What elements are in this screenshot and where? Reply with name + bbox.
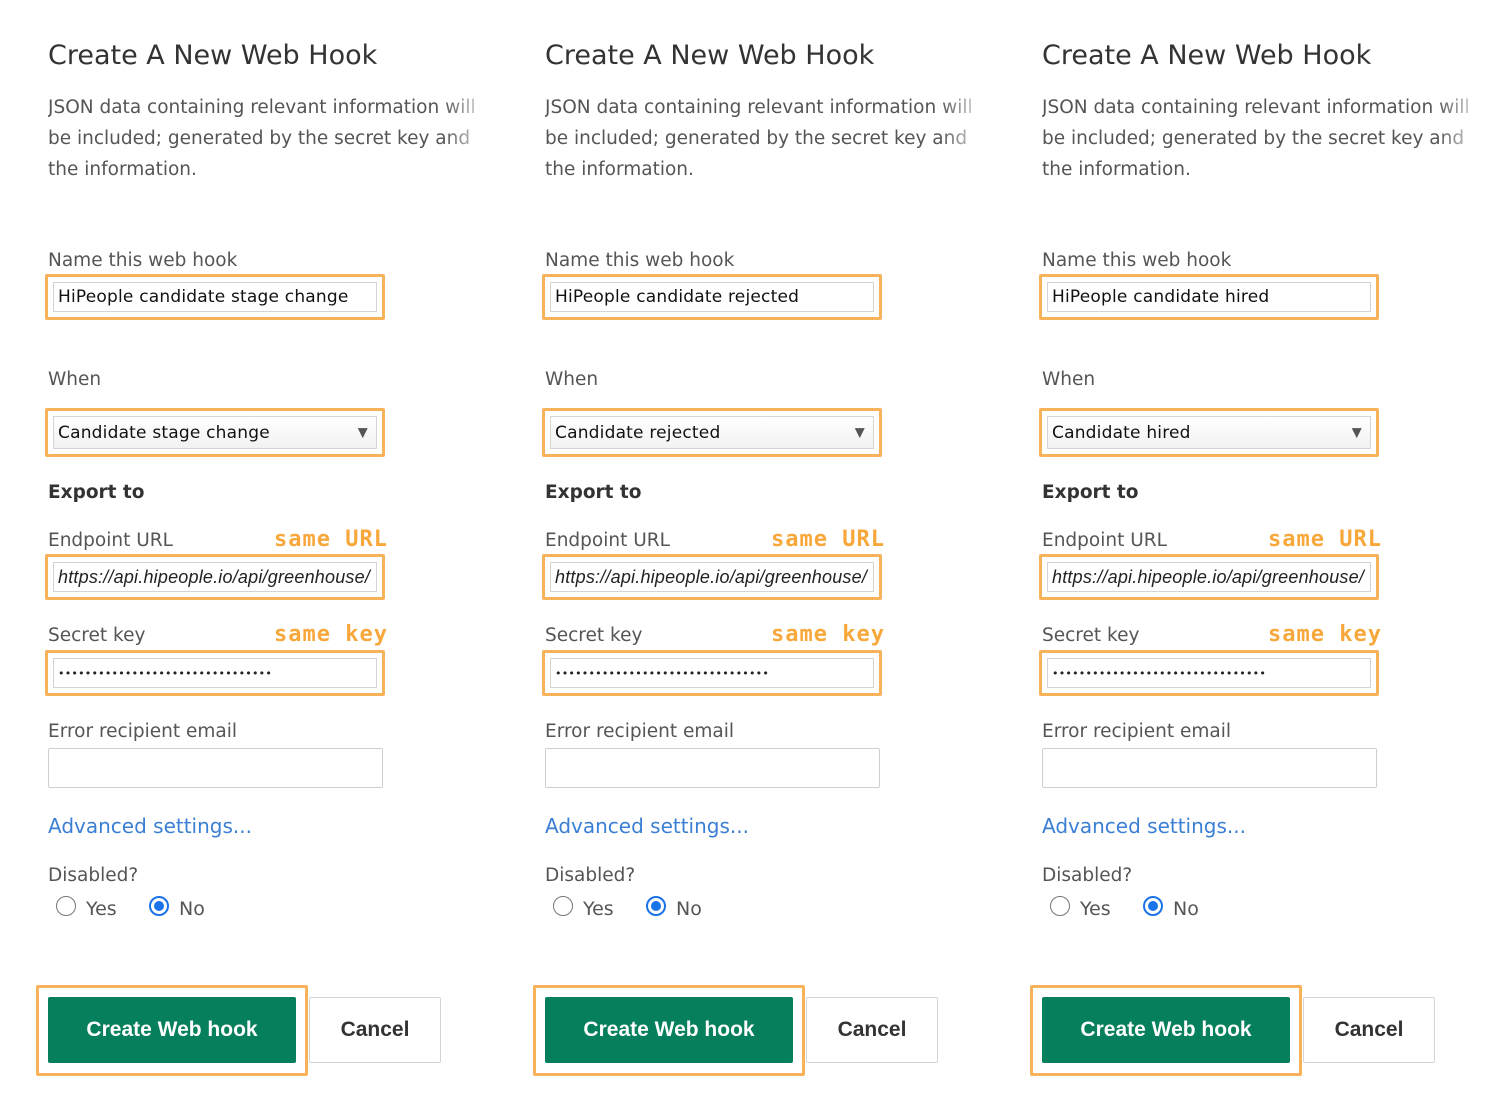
export-to-heading: Export to bbox=[545, 482, 642, 503]
endpoint-url-value: https://api.hipeople.io/api/greenhouse/ bbox=[555, 566, 868, 587]
secret-key-label: Secret key bbox=[48, 625, 146, 646]
webhook-panel-stage-change: Create A New Web Hook JSON data containi… bbox=[36, 0, 498, 1110]
same-key-annotation: same key bbox=[1268, 622, 1382, 647]
error-email-label: Error recipient email bbox=[545, 721, 735, 742]
secret-key-value: •••••••••••••••••••••••••••••••• bbox=[1052, 666, 1267, 680]
name-label: Name this web hook bbox=[1042, 250, 1232, 271]
error-email-label: Error recipient email bbox=[1042, 721, 1232, 742]
secret-field-highlight: •••••••••••••••••••••••••••••••• bbox=[1039, 650, 1379, 696]
same-url-annotation: same URL bbox=[1268, 527, 1382, 552]
secret-field-highlight: •••••••••••••••••••••••••••••••• bbox=[45, 650, 385, 696]
secret-key-value: •••••••••••••••••••••••••••••••• bbox=[58, 666, 273, 680]
when-field-highlight: Candidate rejected ▼ bbox=[542, 408, 882, 457]
chevron-down-icon: ▼ bbox=[1351, 425, 1362, 440]
when-select-value: Candidate stage change bbox=[58, 422, 270, 443]
name-field-highlight: HiPeople candidate rejected bbox=[542, 274, 882, 320]
secret-key-input[interactable]: •••••••••••••••••••••••••••••••• bbox=[1047, 658, 1371, 688]
webhook-panel-hired: Create A New Web Hook JSON data containi… bbox=[1030, 0, 1491, 1110]
page-title: Create A New Web Hook bbox=[48, 40, 378, 71]
advanced-settings-link[interactable]: Advanced settings... bbox=[48, 814, 252, 838]
when-label: When bbox=[1042, 369, 1096, 390]
create-webhook-button[interactable]: Create Web hook bbox=[545, 997, 793, 1063]
same-key-annotation: same key bbox=[771, 622, 885, 647]
disabled-no-radio[interactable] bbox=[149, 896, 169, 916]
endpoint-url-label: Endpoint URL bbox=[545, 530, 670, 551]
when-select[interactable]: Candidate stage change ▼ bbox=[53, 416, 377, 449]
chevron-down-icon: ▼ bbox=[854, 425, 865, 440]
disabled-no-radio[interactable] bbox=[646, 896, 666, 916]
endpoint-field-highlight: https://api.hipeople.io/api/greenhouse/ bbox=[1039, 554, 1379, 600]
yes-label: Yes bbox=[583, 898, 614, 920]
description-text: JSON data containing relevant informatio… bbox=[1042, 97, 1470, 180]
page-title: Create A New Web Hook bbox=[1042, 40, 1372, 71]
disabled-label: Disabled? bbox=[545, 865, 636, 886]
cancel-button[interactable]: Cancel bbox=[806, 997, 938, 1063]
secret-key-input[interactable]: •••••••••••••••••••••••••••••••• bbox=[550, 658, 874, 688]
create-webhook-button[interactable]: Create Web hook bbox=[48, 997, 296, 1063]
when-select[interactable]: Candidate hired ▼ bbox=[1047, 416, 1371, 449]
when-label: When bbox=[545, 369, 599, 390]
endpoint-url-label: Endpoint URL bbox=[1042, 530, 1167, 551]
name-label: Name this web hook bbox=[48, 250, 238, 271]
export-to-heading: Export to bbox=[48, 482, 145, 503]
webhook-panel-rejected: Create A New Web Hook JSON data containi… bbox=[533, 0, 995, 1110]
yes-label: Yes bbox=[86, 898, 117, 920]
endpoint-url-input[interactable]: https://api.hipeople.io/api/greenhouse/ bbox=[53, 562, 377, 592]
disabled-label: Disabled? bbox=[48, 865, 139, 886]
when-field-highlight: Candidate hired ▼ bbox=[1039, 408, 1379, 457]
endpoint-url-input[interactable]: https://api.hipeople.io/api/greenhouse/ bbox=[1047, 562, 1371, 592]
description-text: JSON data containing relevant informatio… bbox=[48, 97, 476, 180]
webhook-name-input[interactable]: HiPeople candidate rejected bbox=[550, 282, 874, 312]
endpoint-url-input[interactable]: https://api.hipeople.io/api/greenhouse/ bbox=[550, 562, 874, 592]
description-text: JSON data containing relevant informatio… bbox=[545, 97, 973, 180]
endpoint-url-value: https://api.hipeople.io/api/greenhouse/ bbox=[1052, 566, 1365, 587]
name-field-highlight: HiPeople candidate stage change bbox=[45, 274, 385, 320]
no-label: No bbox=[1173, 898, 1199, 920]
when-select[interactable]: Candidate rejected ▼ bbox=[550, 416, 874, 449]
name-label: Name this web hook bbox=[545, 250, 735, 271]
endpoint-url-value: https://api.hipeople.io/api/greenhouse/ bbox=[58, 566, 371, 587]
error-email-input[interactable] bbox=[1042, 748, 1377, 788]
same-key-annotation: same key bbox=[274, 622, 388, 647]
secret-key-label: Secret key bbox=[1042, 625, 1140, 646]
disabled-yes-radio[interactable] bbox=[553, 896, 573, 916]
disabled-yes-radio[interactable] bbox=[56, 896, 76, 916]
secret-key-input[interactable]: •••••••••••••••••••••••••••••••• bbox=[53, 658, 377, 688]
webhook-name-input[interactable]: HiPeople candidate hired bbox=[1047, 282, 1371, 312]
endpoint-field-highlight: https://api.hipeople.io/api/greenhouse/ bbox=[542, 554, 882, 600]
advanced-settings-link[interactable]: Advanced settings... bbox=[1042, 814, 1246, 838]
when-field-highlight: Candidate stage change ▼ bbox=[45, 408, 385, 457]
export-to-heading: Export to bbox=[1042, 482, 1139, 503]
error-email-input[interactable] bbox=[545, 748, 880, 788]
when-select-value: Candidate hired bbox=[1052, 422, 1191, 443]
disabled-label: Disabled? bbox=[1042, 865, 1133, 886]
endpoint-url-label: Endpoint URL bbox=[48, 530, 173, 551]
page-title: Create A New Web Hook bbox=[545, 40, 875, 71]
create-webhook-button[interactable]: Create Web hook bbox=[1042, 997, 1290, 1063]
error-email-input[interactable] bbox=[48, 748, 383, 788]
yes-label: Yes bbox=[1080, 898, 1111, 920]
secret-field-highlight: •••••••••••••••••••••••••••••••• bbox=[542, 650, 882, 696]
error-email-label: Error recipient email bbox=[48, 721, 238, 742]
endpoint-field-highlight: https://api.hipeople.io/api/greenhouse/ bbox=[45, 554, 385, 600]
same-url-annotation: same URL bbox=[274, 527, 388, 552]
same-url-annotation: same URL bbox=[771, 527, 885, 552]
when-select-value: Candidate rejected bbox=[555, 422, 721, 443]
no-label: No bbox=[179, 898, 205, 920]
when-label: When bbox=[48, 369, 102, 390]
name-field-highlight: HiPeople candidate hired bbox=[1039, 274, 1379, 320]
disabled-yes-radio[interactable] bbox=[1050, 896, 1070, 916]
webhook-name-input[interactable]: HiPeople candidate stage change bbox=[53, 282, 377, 312]
advanced-settings-link[interactable]: Advanced settings... bbox=[545, 814, 749, 838]
secret-key-label: Secret key bbox=[545, 625, 643, 646]
no-label: No bbox=[676, 898, 702, 920]
disabled-no-radio[interactable] bbox=[1143, 896, 1163, 916]
chevron-down-icon: ▼ bbox=[357, 425, 368, 440]
cancel-button[interactable]: Cancel bbox=[309, 997, 441, 1063]
cancel-button[interactable]: Cancel bbox=[1303, 997, 1435, 1063]
secret-key-value: •••••••••••••••••••••••••••••••• bbox=[555, 666, 770, 680]
